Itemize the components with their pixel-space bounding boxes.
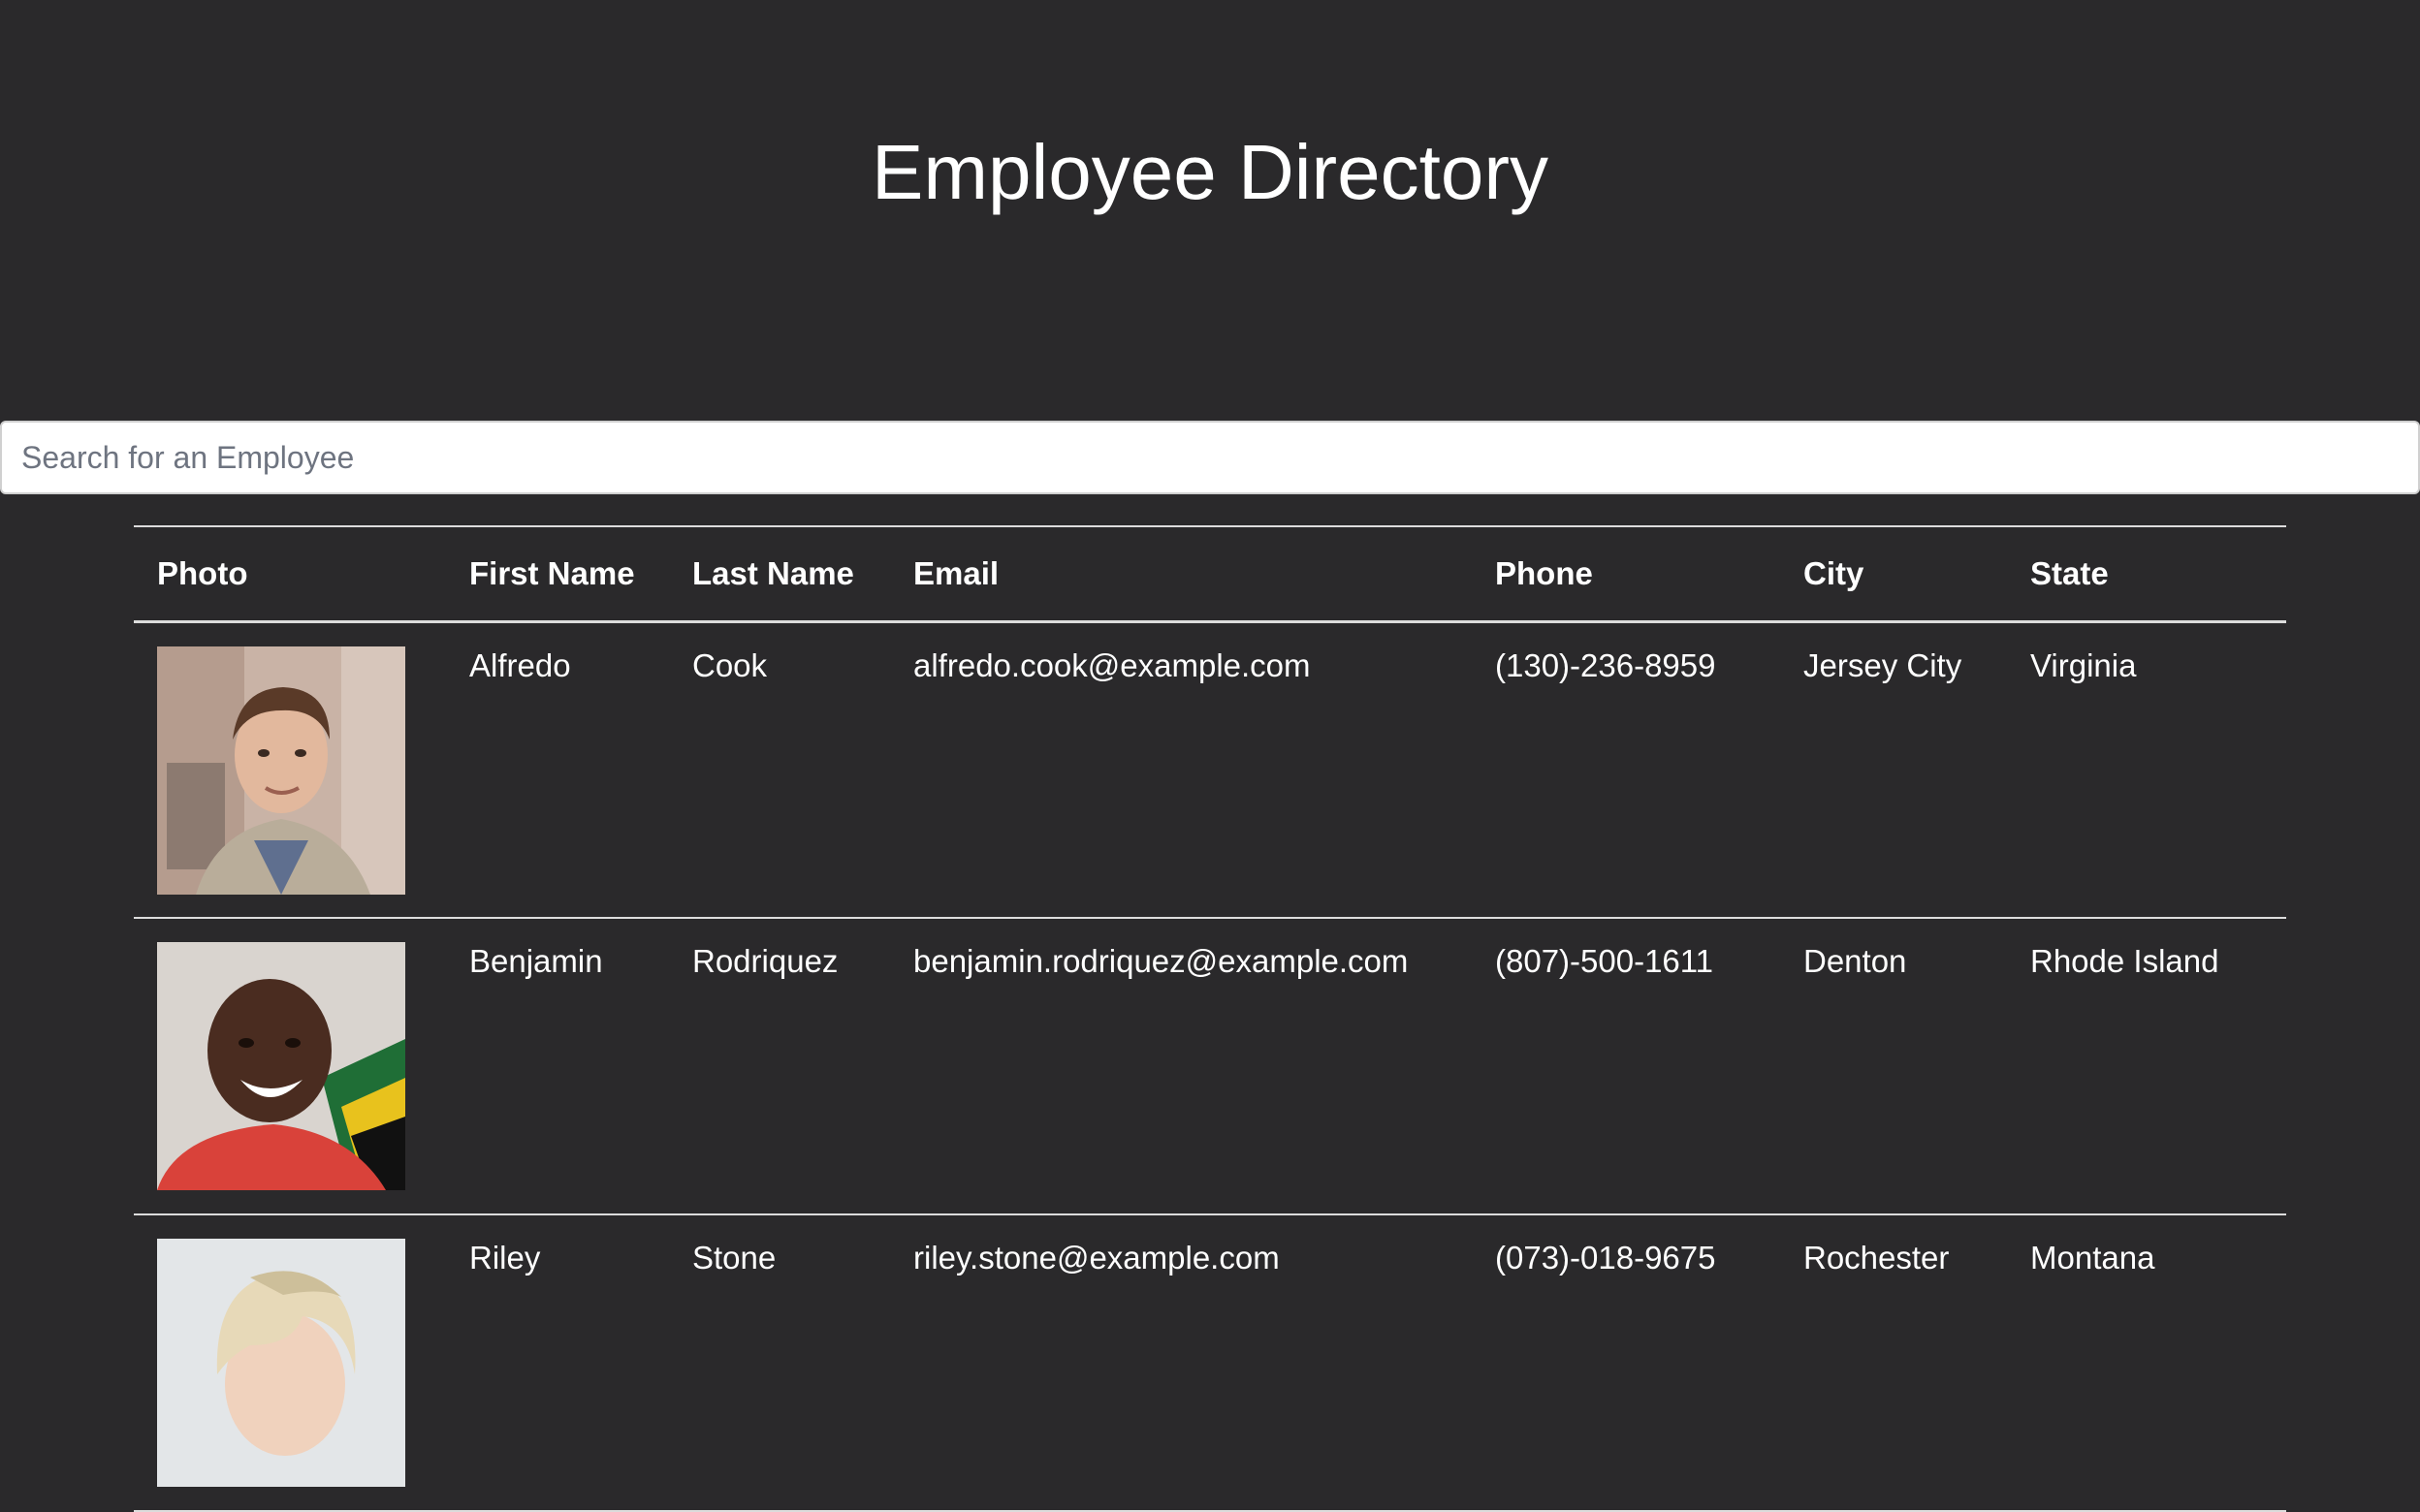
last-name-cell: Stone	[692, 1240, 777, 1276]
first-name-cell: Riley	[469, 1240, 541, 1276]
photo-cell	[134, 621, 446, 918]
page-header: Employee Directory	[0, 0, 2420, 421]
employee-photo-man-beige-coat-icon	[157, 646, 405, 895]
table-header-row: Photo First Name Last Name Email Phone C…	[134, 526, 2286, 621]
employee-photo	[157, 942, 405, 1190]
city-cell: Denton	[1803, 943, 1907, 979]
state-cell: Rhode Island	[2030, 943, 2219, 979]
email-cell: benjamin.rodriquez@example.com	[913, 943, 1409, 979]
email-cell: riley.stone@example.com	[913, 1240, 1280, 1276]
employee-table: Photo First Name Last Name Email Phone C…	[134, 525, 2286, 1512]
column-header-state[interactable]: State	[2007, 526, 2286, 621]
table-row: Alfredo Cook alfredo.cook@example.com (1…	[134, 621, 2286, 918]
table-row: Benjamin Rodriquez benjamin.rodriquez@ex…	[134, 918, 2286, 1214]
search-input[interactable]	[0, 421, 2420, 494]
page-title: Employee Directory	[871, 129, 1548, 215]
city-cell: Jersey City	[1803, 646, 1962, 683]
employee-photo-woman-blonde-icon	[157, 1239, 405, 1487]
last-name-cell: Rodriquez	[692, 943, 839, 979]
employee-photo-man-red-shirt-icon	[157, 942, 405, 1190]
photo-cell	[134, 918, 446, 1214]
state-cell: Montana	[2030, 1240, 2155, 1276]
search-bar	[0, 421, 2420, 494]
column-header-phone[interactable]: Phone	[1472, 526, 1780, 621]
column-header-email[interactable]: Email	[890, 526, 1472, 621]
column-header-first-name[interactable]: First Name	[446, 526, 669, 621]
table-header: Photo First Name Last Name Email Phone C…	[134, 526, 2286, 621]
first-name-cell: Benjamin	[469, 943, 603, 979]
email-cell: alfredo.cook@example.com	[913, 646, 1311, 683]
employee-table-container: Photo First Name Last Name Email Phone C…	[134, 525, 2286, 1512]
column-header-last-name[interactable]: Last Name	[669, 526, 890, 621]
phone-cell: (073)-018-9675	[1495, 1240, 1716, 1276]
employee-photo	[157, 646, 405, 895]
city-cell: Rochester	[1803, 1240, 1950, 1276]
employee-photo	[157, 1239, 405, 1487]
phone-cell: (807)-500-1611	[1495, 943, 1714, 979]
first-name-cell: Alfredo	[469, 646, 571, 683]
last-name-cell: Cook	[692, 646, 768, 683]
table-row: Riley Stone riley.stone@example.com (073…	[134, 1214, 2286, 1511]
state-cell: Virginia	[2030, 646, 2137, 683]
table-body: Alfredo Cook alfredo.cook@example.com (1…	[134, 621, 2286, 1511]
phone-cell: (130)-236-8959	[1495, 646, 1716, 683]
column-header-photo[interactable]: Photo	[134, 526, 446, 621]
column-header-city[interactable]: City	[1780, 526, 2007, 621]
photo-cell	[134, 1214, 446, 1511]
